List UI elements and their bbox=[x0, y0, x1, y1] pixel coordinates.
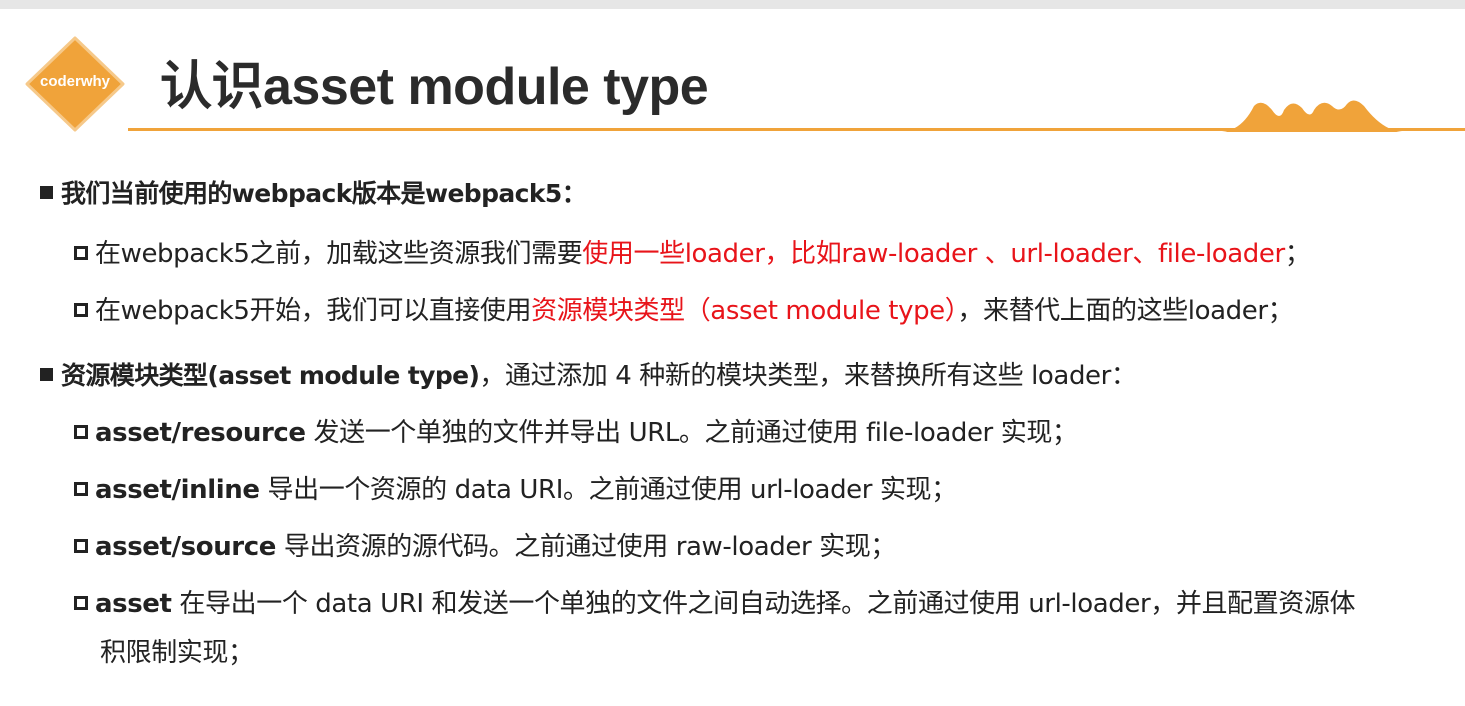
bullet-text: 我们当前使用的webpack版本是webpack5： bbox=[61, 179, 587, 208]
bullet-webpack-version: 我们当前使用的webpack版本是webpack5： bbox=[40, 174, 587, 210]
asset-type-item-asset: asset 在导出一个 data URI 和发送一个单独的文件之间自动选择。之前… bbox=[74, 583, 1355, 620]
asset-type-desc: 导出一个资源的 data URI。之前通过使用 url-loader 实现； bbox=[259, 475, 958, 505]
logo-text: coderwhy bbox=[39, 73, 111, 90]
asset-type-desc: 发送一个单独的文件并导出 URL。之前通过使用 file-loader 实现； bbox=[305, 418, 1078, 448]
highlighted-text: 使用一些loader，比如raw-loader 、url-loader、file… bbox=[582, 239, 1285, 269]
hollow-square-bullet-icon bbox=[74, 596, 88, 610]
asset-type-item-inline: asset/inline 导出一个资源的 data URI。之前通过使用 url… bbox=[74, 469, 957, 506]
sub-bullet-before-webpack5: 在webpack5之前，加载这些资源我们需要使用一些loader，比如raw-l… bbox=[74, 233, 1311, 270]
sub-bullet-tail: ，来替代上面的这些loader； bbox=[957, 296, 1294, 326]
filled-square-bullet-icon bbox=[40, 368, 53, 381]
coderwhy-logo: coderwhy bbox=[25, 36, 125, 132]
sub-bullet-text: 在webpack5之前，加载这些资源我们需要 bbox=[95, 239, 583, 269]
asset-type-name: asset/inline bbox=[95, 475, 260, 505]
mountain-decoration-icon bbox=[1222, 100, 1402, 132]
bullet-asset-module-types: 资源模块类型(asset module type)，通过添加 4 种新的模块类型… bbox=[40, 355, 1137, 392]
sub-bullet-webpack5-start: 在webpack5开始，我们可以直接使用资源模块类型（asset module … bbox=[74, 290, 1294, 327]
asset-type-name: asset bbox=[95, 589, 172, 619]
asset-type-name: asset/resource bbox=[95, 418, 306, 448]
highlighted-text: 资源模块类型（asset module type） bbox=[531, 296, 958, 326]
bullet-text: ，通过添加 4 种新的模块类型，来替换所有这些 loader： bbox=[479, 361, 1137, 391]
asset-type-desc-continued: 积限制实现； bbox=[100, 638, 254, 668]
asset-type-desc: 导出资源的源代码。之前通过使用 raw-loader 实现； bbox=[275, 532, 896, 562]
asset-type-name: asset/source bbox=[95, 532, 276, 562]
hollow-square-bullet-icon bbox=[74, 425, 88, 439]
hollow-square-bullet-icon bbox=[74, 482, 88, 496]
hollow-square-bullet-icon bbox=[74, 246, 88, 260]
hollow-square-bullet-icon bbox=[74, 303, 88, 317]
hollow-square-bullet-icon bbox=[74, 539, 88, 553]
bullet-bold-text: 资源模块类型(asset module type) bbox=[61, 361, 480, 390]
asset-type-item-resource: asset/resource 发送一个单独的文件并导出 URL。之前通过使用 f… bbox=[74, 412, 1078, 449]
sub-bullet-text: 在webpack5开始，我们可以直接使用 bbox=[95, 296, 532, 326]
top-bar bbox=[0, 0, 1465, 9]
title-underline bbox=[128, 128, 1465, 131]
page-title: 认识asset module type bbox=[160, 58, 709, 116]
asset-type-item-source: asset/source 导出资源的源代码。之前通过使用 raw-loader … bbox=[74, 526, 896, 563]
sub-bullet-tail: ； bbox=[1284, 239, 1311, 269]
asset-type-desc: 在导出一个 data URI 和发送一个单独的文件之间自动选择。之前通过使用 u… bbox=[171, 589, 1356, 619]
filled-square-bullet-icon bbox=[40, 186, 53, 199]
